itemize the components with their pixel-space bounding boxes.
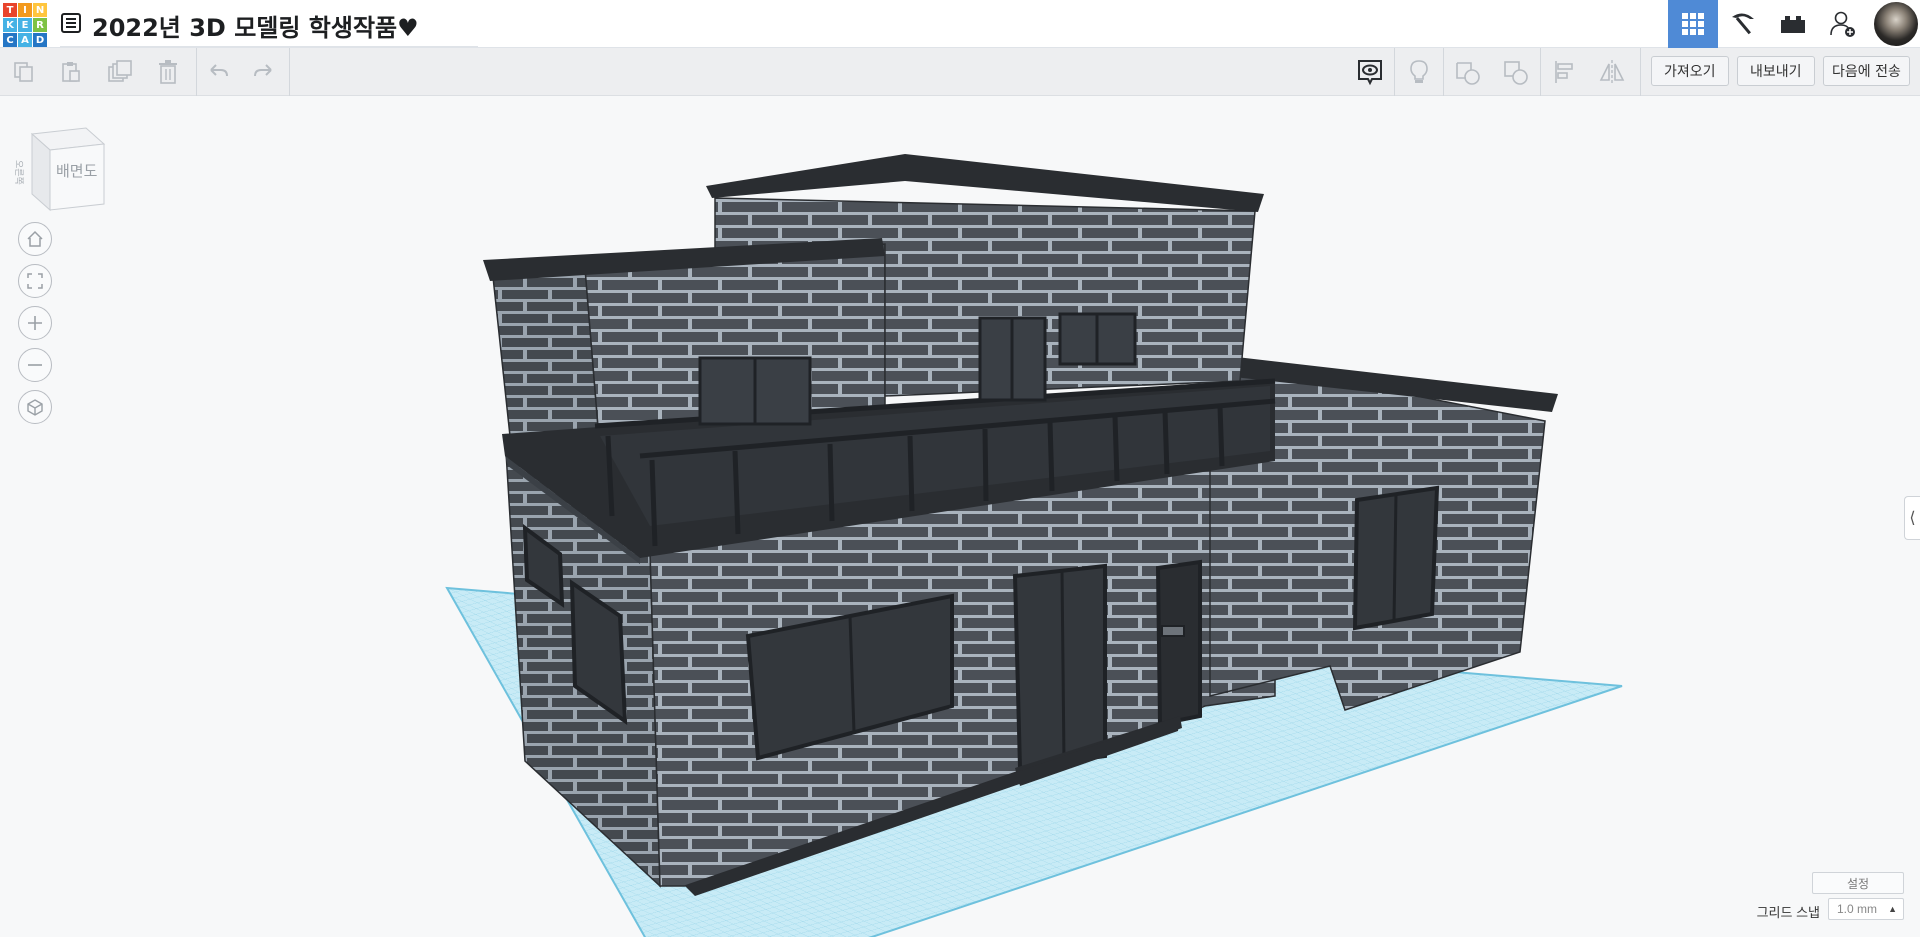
- add-user-icon: [1830, 11, 1855, 37]
- top-bar: T I N K E R C A D 2022년 3D 모델링 학생작품♥: [0, 0, 1920, 48]
- ungroup-button[interactable]: [1500, 56, 1532, 88]
- toolbar-divider: [1443, 48, 1444, 96]
- edit-toolbar: 가져오기 내보내기 다음에 전송: [0, 48, 1920, 96]
- shape-panel-toggle[interactable]: ⟨: [1904, 496, 1920, 540]
- redo-icon: [254, 64, 272, 77]
- hint-button[interactable]: [1403, 56, 1435, 88]
- home-view-button[interactable]: [18, 222, 52, 256]
- grid-icon: [1682, 13, 1704, 35]
- redo-button[interactable]: [248, 56, 280, 88]
- model-scene[interactable]: [0, 96, 1920, 937]
- logo-letter: T: [3, 3, 17, 17]
- fit-view-button[interactable]: [18, 264, 52, 298]
- undo-button[interactable]: [202, 56, 234, 88]
- toolbar-divider: [1640, 48, 1641, 96]
- home-icon: [27, 230, 43, 247]
- logo-letter: R: [33, 18, 47, 32]
- undo-icon: [210, 64, 228, 77]
- import-button[interactable]: 가져오기: [1651, 56, 1729, 86]
- toolbar-divider: [289, 48, 290, 96]
- grid-snap-label: 그리드 스냅: [1756, 905, 1820, 920]
- copy-button[interactable]: [8, 56, 40, 88]
- 3d-design-view-button[interactable]: [1668, 0, 1718, 48]
- ungroup-icon: [1504, 61, 1528, 85]
- bricks-view-button[interactable]: [1768, 0, 1818, 48]
- fit-icon: [27, 273, 43, 289]
- logo-letter: C: [3, 33, 17, 47]
- zoom-in-button[interactable]: [18, 306, 52, 340]
- blocks-view-button[interactable]: [1718, 0, 1768, 48]
- logo-letter: N: [33, 3, 47, 17]
- grid-snap-select[interactable]: 1.0 mm ▲: [1828, 898, 1904, 920]
- minus-icon: [28, 364, 42, 366]
- duplicate-icon: [108, 60, 132, 82]
- toolbar-divider: [196, 48, 197, 96]
- tinkercad-logo[interactable]: T I N K E R C A D: [3, 3, 47, 47]
- view-cube-face-label: 배면도: [56, 162, 98, 180]
- chevron-left-icon: ⟨: [1909, 510, 1916, 527]
- lightbulb-icon: [1410, 60, 1428, 83]
- align-button[interactable]: [1549, 56, 1581, 88]
- settings-button[interactable]: 설정: [1812, 872, 1904, 894]
- design-title[interactable]: 2022년 3D 모델링 학생작품♥: [92, 8, 419, 43]
- design-list-icon[interactable]: [60, 12, 82, 34]
- group-button[interactable]: [1452, 56, 1484, 88]
- paste-button[interactable]: [55, 56, 87, 88]
- mirror-icon: [1599, 60, 1625, 84]
- upper-left-wall: [492, 267, 601, 452]
- logo-letter: I: [18, 3, 32, 17]
- logo-letter: K: [3, 18, 17, 32]
- 3d-viewport[interactable]: 배면도 오른쪽 ⟨ 설정 그리드 스냅 1.0 mm ▲: [0, 96, 1920, 937]
- align-icon: [1555, 61, 1573, 83]
- cube-icon: [27, 399, 43, 416]
- toolbar-divider: [1540, 48, 1541, 96]
- invite-user-button[interactable]: [1818, 0, 1868, 48]
- send-to-button[interactable]: 다음에 전송: [1823, 56, 1910, 86]
- zoom-out-button[interactable]: [18, 348, 52, 382]
- caret-up-icon: ▲: [1888, 904, 1897, 914]
- pickaxe-icon: [1732, 13, 1754, 35]
- logo-letter: D: [33, 33, 47, 47]
- view-cube-side-label: 오른쪽: [13, 160, 23, 185]
- export-button[interactable]: 내보내기: [1737, 56, 1815, 86]
- perspective-button[interactable]: [18, 390, 52, 424]
- top-right-nav: [1668, 0, 1920, 48]
- avatar[interactable]: [1872, 0, 1920, 48]
- duplicate-button[interactable]: [104, 56, 136, 88]
- paste-icon: [62, 62, 80, 82]
- mirror-button[interactable]: [1596, 56, 1628, 88]
- plus-icon: [28, 316, 42, 330]
- toolbar-divider: [1394, 48, 1395, 96]
- trash-icon: [159, 60, 177, 84]
- note-eye-icon: [1358, 60, 1382, 86]
- notes-button[interactable]: [1354, 56, 1386, 88]
- copy-icon: [14, 62, 33, 82]
- group-icon: [1456, 62, 1480, 85]
- delete-button[interactable]: [152, 56, 184, 88]
- logo-letter: E: [18, 18, 32, 32]
- grid-snap-value: 1.0 mm: [1837, 902, 1878, 916]
- logo-letter: A: [18, 33, 32, 47]
- brick-icon: [1781, 16, 1805, 33]
